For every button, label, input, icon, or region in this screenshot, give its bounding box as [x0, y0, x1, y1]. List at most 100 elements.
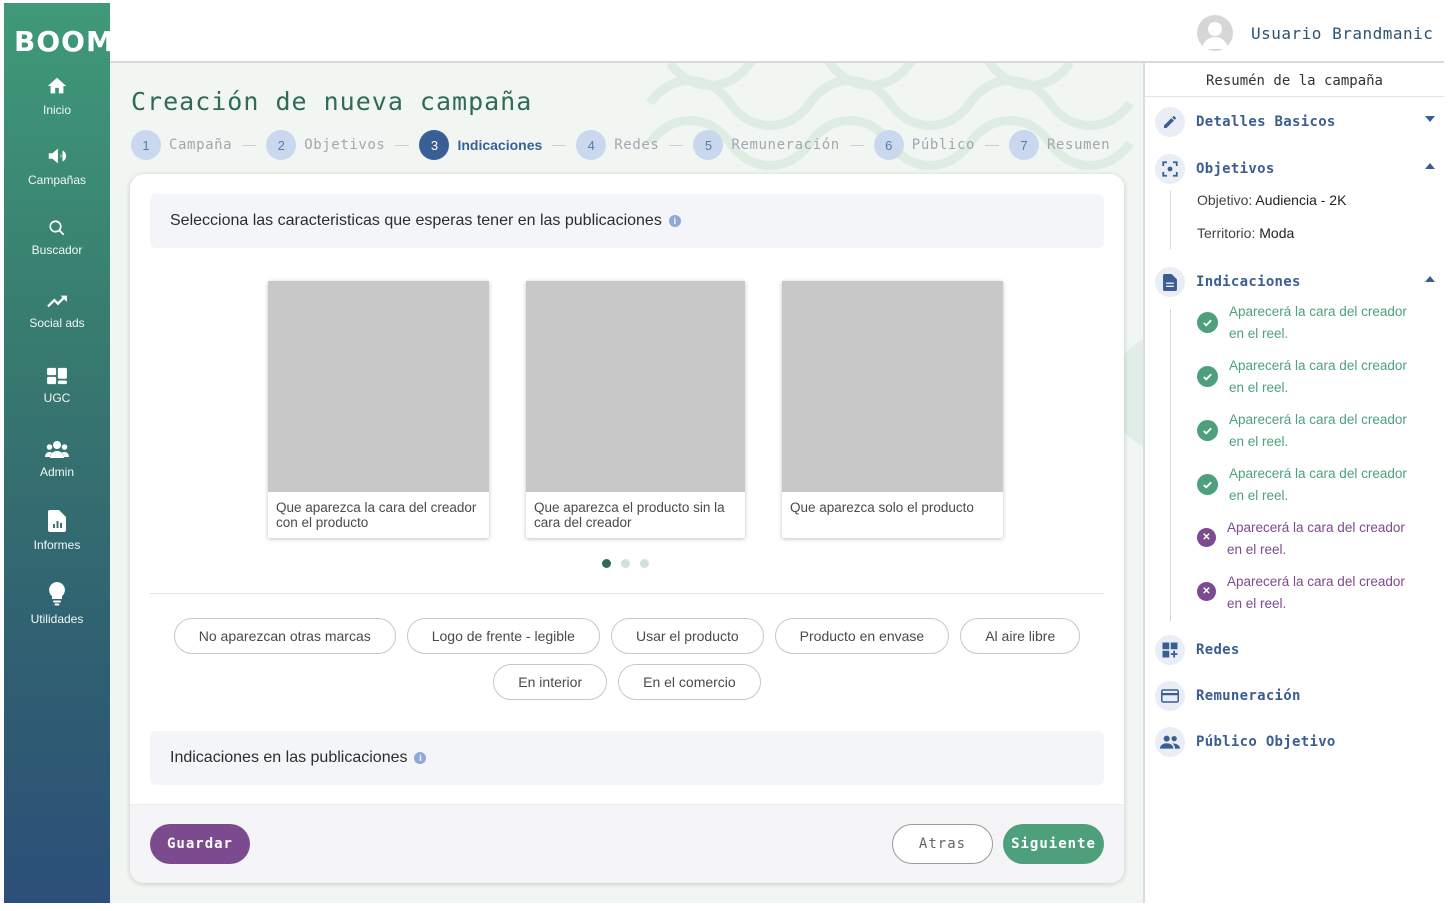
summary-section-basics[interactable]: Detalles Basicos: [1155, 107, 1435, 137]
indication-text: Aparecerá la cara del creador: [1229, 412, 1407, 427]
chip-option[interactable]: Producto en envase: [774, 618, 950, 654]
image-option-card[interactable]: Que aparezca el producto sin la cara del…: [526, 281, 745, 538]
summary-section-label: Público Objetivo: [1196, 734, 1336, 750]
back-button[interactable]: Atras: [892, 824, 993, 864]
carousel-dot[interactable]: [640, 559, 649, 568]
step-label: Objetivos: [304, 137, 386, 153]
indication-item: ✕ Aparecerá la cara del creador en el ree…: [1197, 571, 1437, 615]
sidebar-item-informes[interactable]: Informes: [4, 510, 110, 552]
chip-option[interactable]: No aparezcan otras marcas: [173, 618, 396, 654]
sidebar: BOOM Inicio Campañas Buscador Social ads…: [4, 3, 114, 903]
save-button[interactable]: Guardar: [150, 824, 250, 864]
step-publico[interactable]: 6 Público: [873, 130, 975, 160]
kv-value: Audiencia - 2K: [1255, 192, 1347, 208]
indication-text: Aparecerá la cara del creador: [1229, 466, 1407, 481]
indication-item: ✕ Aparecerá la cara del creador en el ree…: [1197, 517, 1437, 561]
objective-row: Objetivo: Audiencia - 2K: [1197, 192, 1346, 208]
sidebar-item-buscador[interactable]: Buscador: [4, 219, 110, 257]
step-objetivos[interactable]: 2 Objetivos: [266, 130, 385, 160]
image-caption: Que aparezca solo el producto: [782, 492, 1003, 515]
chevron-down-icon[interactable]: [1425, 116, 1435, 122]
carousel-dot[interactable]: [621, 559, 630, 568]
home-icon: [47, 77, 67, 94]
indication-text: Aparecerá la cara del creador: [1227, 520, 1405, 535]
credit-card-icon: [1155, 681, 1185, 711]
caption-line: Que aparezca la cara del creador: [276, 500, 477, 515]
summary-section-label: Indicaciones: [1196, 274, 1301, 290]
sidebar-item-label: Buscador: [31, 243, 83, 257]
cancel-circle-icon: ✕: [1197, 528, 1216, 547]
sidebar-item-label: Inicio: [42, 103, 71, 117]
target-focus-icon: [1155, 154, 1185, 184]
step-number: 5: [693, 130, 724, 160]
step-separator: [849, 144, 864, 146]
step-separator: [395, 144, 410, 146]
info-icon[interactable]: i: [668, 215, 681, 227]
step-campana[interactable]: 1 Campaña: [131, 130, 232, 160]
chevron-up-icon[interactable]: [1425, 163, 1435, 169]
chip-option[interactable]: Logo de frente - legible: [406, 618, 600, 654]
summary-section-remuneration[interactable]: Remuneración: [1155, 681, 1435, 711]
chip-option[interactable]: Usar el producto: [610, 618, 764, 654]
main-content: Creación de nueva campaña 1 Campaña 2 Obje…: [110, 63, 1143, 903]
step-separator: [669, 144, 684, 146]
summary-section-audience[interactable]: Público Objetivo: [1155, 727, 1435, 757]
sidebar-item-label: Social ads: [29, 316, 85, 330]
summary-section-objectives[interactable]: Objetivos: [1155, 154, 1435, 184]
section-title: Indicaciones en las publicaciones: [170, 749, 408, 766]
step-separator: [985, 144, 999, 146]
sidebar-item-social-ads[interactable]: Social ads: [4, 292, 110, 330]
trending-up-icon: [47, 295, 67, 308]
sidebar-item-inicio[interactable]: Inicio: [4, 75, 110, 117]
check-circle-icon: [1197, 474, 1218, 495]
indication-text: en el reel.: [1229, 380, 1289, 395]
step-indicaciones[interactable]: 3 Indicaciones: [419, 130, 542, 160]
summary-section-indications[interactable]: Indicaciones: [1155, 267, 1435, 297]
carousel-dot[interactable]: [602, 559, 611, 568]
sidebar-item-campanas[interactable]: Campañas: [4, 145, 110, 187]
caption-line: cara del creador: [534, 515, 632, 530]
carousel-dots: [602, 559, 649, 568]
kv-value: Moda: [1259, 225, 1295, 241]
step-separator: [552, 144, 567, 146]
top-header: Usuario Brandmanic: [110, 3, 1444, 63]
image-option-card[interactable]: Que aparezca solo el producto: [782, 281, 1003, 538]
chevron-up-icon[interactable]: [1425, 276, 1435, 282]
sidebar-item-ugc[interactable]: UGC: [4, 367, 110, 405]
indication-text: en el reel.: [1227, 596, 1287, 611]
sidebar-item-label: UGC: [43, 391, 71, 405]
sidebar-item-admin[interactable]: Admin: [4, 439, 110, 479]
caption-line: con el producto: [276, 515, 369, 530]
sidebar-item-label: Admin: [39, 465, 74, 479]
brand-logo: BOOM: [14, 25, 115, 58]
info-icon[interactable]: i: [414, 752, 427, 764]
step-separator: [242, 144, 257, 146]
username[interactable]: Usuario Brandmanic: [1251, 24, 1433, 43]
grid-add-icon: [1155, 635, 1185, 665]
chip-option[interactable]: En interior: [493, 664, 608, 700]
search-icon: [49, 220, 65, 236]
divider: [150, 593, 1104, 594]
check-circle-icon: [1197, 420, 1218, 441]
form-card: Selecciona las caracteristicas que esper…: [130, 174, 1124, 883]
step-remuneracion[interactable]: 5 Remuneración: [693, 130, 839, 160]
page-title: Creación de nueva campaña: [131, 87, 533, 116]
image-option-card[interactable]: Que aparezca la cara del creador con el …: [268, 281, 489, 538]
indication-text: en el reel.: [1229, 488, 1289, 503]
step-label: Remuneración: [731, 137, 840, 153]
chip-option[interactable]: En el comercio: [618, 664, 761, 700]
stepper: 1 Campaña 2 Objetivos 3 Indicaciones 4 Redes…: [131, 129, 1110, 161]
section-header-indicaciones: Indicaciones en las publicaciones i: [150, 731, 1104, 785]
step-redes[interactable]: 4 Redes: [576, 130, 659, 160]
step-label: Público: [911, 137, 975, 153]
tree-line: [1170, 191, 1171, 249]
chip-option[interactable]: Al aire libre: [960, 618, 1081, 654]
sidebar-item-utilidades[interactable]: Utilidades: [4, 582, 110, 626]
step-number: 4: [576, 130, 607, 160]
avatar[interactable]: [1197, 15, 1233, 51]
next-button[interactable]: Siguiente: [1003, 824, 1104, 864]
indication-item: Aparecerá la cara del creador en el reel.: [1197, 355, 1437, 399]
summary-section-networks[interactable]: Redes: [1155, 635, 1435, 665]
territory-row: Territorio: Moda: [1197, 225, 1294, 241]
step-resumen[interactable]: 7 Resumen: [1009, 130, 1110, 160]
